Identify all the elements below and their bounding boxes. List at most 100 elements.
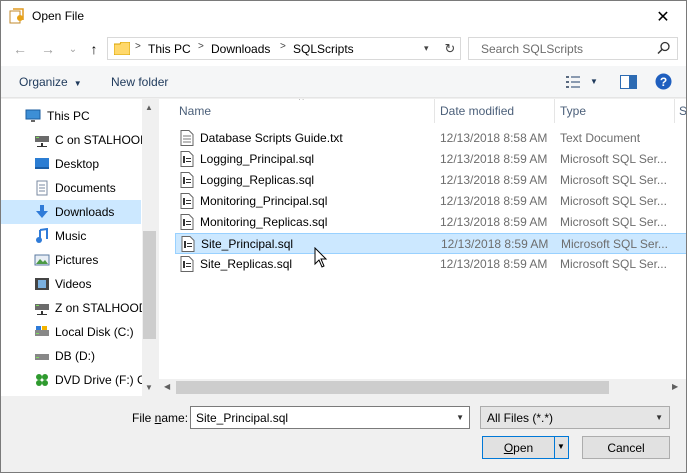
sort-ascending-icon: ^ [299,99,304,106]
open-button-label[interactable]: Open [483,437,554,458]
file-list-horizontal-scrollbar[interactable]: ◀ ▶ [159,379,686,396]
forward-button[interactable]: → [37,38,59,60]
column-header-size[interactable]: S [679,104,686,118]
local-disk-icon [35,326,49,336]
refresh-icon[interactable]: ↻ [440,39,460,59]
open-button[interactable]: Open ▼ [482,436,569,459]
file-date: 12/13/2018 8:59 AM [440,173,548,187]
file-row[interactable]: Monitoring_Principal.sql 12/13/2018 8:59 … [175,191,686,212]
sidebar-item[interactable]: This PC [1,104,141,128]
back-button[interactable]: ← [9,38,31,60]
title-bar[interactable]: Open File ✕ [1,1,686,32]
sidebar-item[interactable]: Desktop [1,152,141,176]
scroll-right-icon[interactable]: ▶ [672,382,678,391]
file-name: Database Scripts Guide.txt [200,131,343,145]
search-placeholder: Search SQLScripts [481,42,584,56]
column-header-date-modified[interactable]: Date modified [440,104,514,118]
sidebar-item-label: Videos [55,277,92,291]
scroll-up-icon[interactable]: ▲ [145,103,153,112]
sidebar-item[interactable]: Pictures [1,248,141,272]
column-header-type[interactable]: Type [560,104,586,118]
downloads-icon [36,205,48,218]
cancel-button[interactable]: Cancel [582,436,670,459]
chevron-down-icon[interactable]: ▼ [557,442,565,451]
file-row[interactable]: Site_Principal.sql 12/13/2018 8:59 AM Micr… [175,233,686,254]
recent-locations-button[interactable]: ⌄ [62,38,84,60]
new-folder-button[interactable]: New folder [111,75,168,89]
sidebar-item[interactable]: C on STALHOOD [1,128,149,152]
chevron-down-icon[interactable]: ▾ [424,43,429,54]
file-type: Microsoft SQL Ser... [560,194,667,208]
column-divider[interactable] [434,99,435,123]
sidebar-item-label: Desktop [55,157,100,171]
split-divider [554,437,555,458]
chevron-down-icon[interactable]: ▼ [590,77,598,86]
videos-icon [35,278,49,290]
column-divider[interactable] [674,99,675,123]
column-header-name[interactable]: Name [179,104,211,118]
file-row[interactable]: Monitoring_Replicas.sql 12/13/2018 8:59 A… [175,212,686,233]
sidebar-item-label: Z on STALHOOD [55,301,148,315]
sidebar-item[interactable]: Music [1,224,141,248]
help-icon[interactable]: ? [655,73,672,90]
text-file-icon [180,130,194,146]
chevron-down-icon[interactable]: ▼ [655,413,663,422]
scrollbar-thumb[interactable] [143,231,156,339]
documents-icon [36,180,48,196]
file-type: Microsoft SQL Ser... [561,237,668,251]
file-name: Logging_Principal.sql [200,152,315,166]
monitor-icon [25,109,41,122]
view-options-icon[interactable] [566,75,582,89]
search-icon[interactable] [657,41,671,55]
sidebar-item[interactable]: Z on STALHOOD [1,296,147,320]
close-button[interactable]: ✕ [640,1,686,32]
scroll-left-icon[interactable]: ◀ [164,382,170,391]
address-bar[interactable]: > This PC > Downloads > SQLScripts ▾ ↻ [107,37,461,60]
chevron-down-icon: ▼ [73,79,82,88]
sidebar-item[interactable]: DVD Drive (F:) C\ [1,368,149,392]
drive-icon [35,354,49,360]
file-name: Monitoring_Principal.sql [200,194,328,208]
sidebar-item-label: Local Disk (C:) [55,325,134,339]
file-date: 12/13/2018 8:58 AM [440,131,548,145]
up-button[interactable]: ↑ [83,38,105,60]
sidebar-item[interactable]: Videos [1,272,141,296]
file-name-label: File name: [132,411,188,425]
file-row[interactable]: Logging_Replicas.sql 12/13/2018 8:59 AM Mi… [175,170,686,191]
sidebar-item-label: Music [55,229,87,243]
sidebar-item-label: DVD Drive (F:) C\ [55,373,149,387]
sidebar-item[interactable]: Local Disk (C:) [1,320,141,344]
sidebar-item[interactable]: Documents [1,176,141,200]
file-name-input[interactable]: Site_Principal.sql ▼ [190,406,470,429]
navigation-pane-scrollbar[interactable]: ▲ ▼ [142,99,157,396]
file-date: 12/13/2018 8:59 AM [441,237,549,251]
organize-button[interactable]: Organize ▼ [19,75,82,89]
network-drive-icon [35,304,49,315]
svg-text:?: ? [660,75,667,89]
sidebar-item[interactable]: DB (D:) [1,344,141,368]
navigation-pane: This PC C on STALHOOD Desktop Documents Down… [1,99,157,396]
breadcrumb-this-pc[interactable]: This PC [148,42,191,56]
file-row[interactable]: Logging_Principal.sql 12/13/2018 8:59 AM M… [175,149,686,170]
file-date: 12/13/2018 8:59 AM [440,257,548,271]
search-box[interactable]: Search SQLScripts [468,37,678,60]
scrollbar-thumb[interactable] [176,381,609,394]
sql-file-icon [180,172,194,188]
window-title: Open File [32,9,85,23]
file-row[interactable]: Site_Replicas.sql 12/13/2018 8:59 AM Micro… [175,254,686,275]
file-type-filter[interactable]: All Files (*.*) ▼ [480,406,670,429]
column-divider[interactable] [554,99,555,123]
chevron-right-icon: > [280,41,286,52]
breadcrumb-sqlscripts[interactable]: SQLScripts [293,42,354,56]
file-row[interactable]: Database Scripts Guide.txt 12/13/2018 8:5… [175,128,686,149]
mouse-pointer-icon [314,247,328,268]
sidebar-item[interactable]: Downloads [1,200,141,224]
file-date: 12/13/2018 8:59 AM [440,215,548,229]
chevron-right-icon: > [198,41,204,52]
preview-pane-icon[interactable] [620,75,637,89]
sidebar-item-label: DB (D:) [55,349,95,363]
chevron-down-icon[interactable]: ▼ [456,413,464,422]
breadcrumb-downloads[interactable]: Downloads [211,42,270,56]
scroll-down-icon[interactable]: ▼ [145,383,153,392]
navigation-bar: ← → ⌄ ↑ > This PC > Downloads > SQLScrip… [1,32,686,66]
